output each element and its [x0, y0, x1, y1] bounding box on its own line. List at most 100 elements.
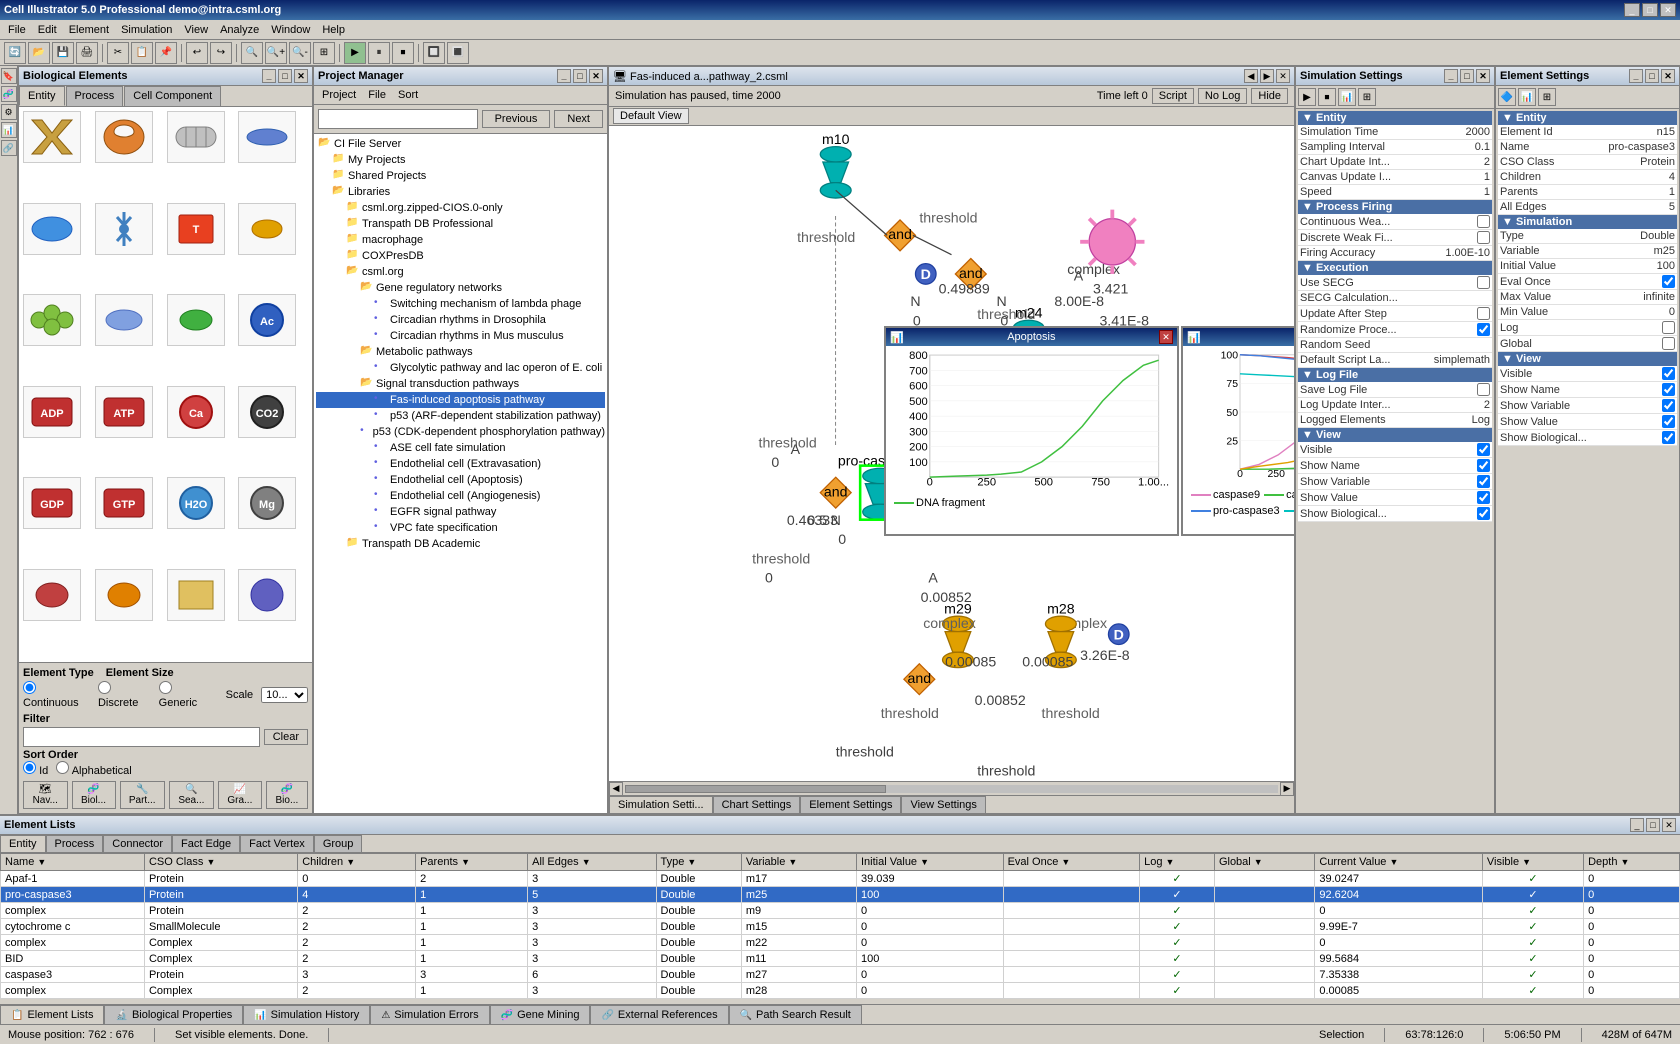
footer-tab-simulation-history[interactable]: 📊 Simulation History: [243, 1005, 370, 1024]
toolbar-btn-11[interactable]: 🔍+: [265, 42, 287, 64]
checkbox-show-name[interactable]: [1662, 383, 1675, 396]
tree-item-vpc[interactable]: • VPC fate specification: [316, 520, 605, 536]
bio-elem-14[interactable]: ATP: [95, 386, 153, 438]
footer-tab-path-search-result[interactable]: 🔍 Path Search Result: [729, 1005, 862, 1024]
tree-item-coxpresdb[interactable]: 📁 COXPresDB: [316, 248, 605, 264]
tree-item-metabolic[interactable]: 📂 Metabolic pathways: [316, 344, 605, 360]
bio-elem-8[interactable]: [238, 203, 296, 255]
menu-element[interactable]: Element: [63, 22, 115, 38]
elem-settings-close[interactable]: ✕: [1661, 69, 1675, 83]
toolbar-btn-5[interactable]: ✂: [107, 42, 129, 64]
bio-elem-19[interactable]: H2O: [167, 477, 225, 529]
toolbar-btn-9[interactable]: ↪: [210, 42, 232, 64]
toolbar-btn-8[interactable]: ↩: [186, 42, 208, 64]
project-panel-min[interactable]: _: [557, 69, 571, 83]
tab-chart-settings[interactable]: Chart Settings: [713, 796, 801, 813]
tree-item-switch_lambda[interactable]: • Switching mechanism of lambda phage: [316, 296, 605, 312]
biol-btn[interactable]: 🧬 Biol...: [72, 781, 116, 809]
tree-item-endothelial_apo[interactable]: • Endothelial cell (Apoptosis): [316, 472, 605, 488]
toolbar-btn-6[interactable]: 📋: [131, 42, 153, 64]
col-header-depth[interactable]: Depth ▼: [1584, 854, 1680, 871]
maximize-button[interactable]: □: [1642, 3, 1658, 17]
sim-settings-max[interactable]: □: [1460, 69, 1474, 83]
table-row[interactable]: BIDComplex213Doublem11100✓99.5684✓0: [1, 951, 1680, 967]
col-header-cso-class[interactable]: CSO Class ▼: [144, 854, 297, 871]
sidebar-icon-5[interactable]: 🔗: [1, 140, 17, 156]
table-row[interactable]: caspase3Protein336Doublem270✓7.35338✓0: [1, 967, 1680, 983]
section-header-entity[interactable]: ▼ Entity: [1298, 111, 1492, 125]
bio-elem-3[interactable]: [167, 111, 225, 163]
canvas-panel-right[interactable]: ▶: [1260, 69, 1274, 83]
toolbar-btn-3[interactable]: 💾: [52, 42, 74, 64]
bio-elem-5[interactable]: [23, 203, 81, 255]
bio-elem-7[interactable]: T: [167, 203, 225, 255]
tree-item-circadian_dro[interactable]: • Circadian rhythms in Drosophila: [316, 312, 605, 328]
tree-item-p53_cdk[interactable]: • p53 (CDK-dependent phosphorylation pat…: [316, 424, 605, 440]
tree-item-p53_arf[interactable]: • p53 (ARF-dependent stabilization pathw…: [316, 408, 605, 424]
menu-window[interactable]: Window: [265, 22, 316, 38]
col-header-initial-value[interactable]: Initial Value ▼: [857, 854, 1004, 871]
col-header-children[interactable]: Children ▼: [298, 854, 416, 871]
bio-elem-10[interactable]: [95, 294, 153, 346]
canvas-panel-close[interactable]: ✕: [1276, 69, 1290, 83]
checkbox-discrete-weak-fi---[interactable]: [1477, 231, 1490, 244]
table-container[interactable]: Name ▼CSO Class ▼Children ▼Parents ▼All …: [0, 853, 1680, 1004]
section-header-view[interactable]: ▼ View: [1498, 352, 1677, 366]
toolbar-btn-1[interactable]: 🔄: [4, 42, 26, 64]
menu-help[interactable]: Help: [316, 22, 351, 38]
table-row[interactable]: pro-caspase3Protein415Doublem25100✓92.62…: [1, 887, 1680, 903]
checkbox-show-biological---[interactable]: [1662, 431, 1675, 444]
next-button[interactable]: Next: [554, 110, 603, 128]
elem-list-tab-entity[interactable]: Entity: [0, 835, 46, 852]
tab-elem-settings[interactable]: Element Settings: [800, 796, 901, 813]
section-header-log-file[interactable]: ▼ Log File: [1298, 368, 1492, 382]
bio-panel-max[interactable]: □: [278, 69, 292, 83]
col-header-type[interactable]: Type ▼: [656, 854, 741, 871]
table-row[interactable]: cytochrome cSmallMolecule213Doublem150✓9…: [1, 919, 1680, 935]
tree-item-gene_reg[interactable]: 📂 Gene regulatory networks: [316, 280, 605, 296]
tree-item-macrophage[interactable]: 📁 macrophage: [316, 232, 605, 248]
bio-elem-9[interactable]: [23, 294, 81, 346]
toolbar-btn-13[interactable]: ⊞: [313, 42, 335, 64]
elem-settings-icon-1[interactable]: 🔷: [1498, 88, 1516, 106]
tab-sim-settings[interactable]: Simulation Setti...: [609, 796, 713, 813]
tab-entity[interactable]: Entity: [19, 86, 65, 106]
tree-item-libraries[interactable]: 📂 Libraries: [316, 184, 605, 200]
elem-list-tab-process[interactable]: Process: [46, 835, 104, 852]
radio-discrete[interactable]: Discrete: [98, 681, 151, 709]
tree-item-ci_file_server[interactable]: 📂 CI File Server: [316, 136, 605, 152]
tree-item-ase_cell[interactable]: • ASE cell fate simulation: [316, 440, 605, 456]
toolbar-btn-7[interactable]: 📌: [155, 42, 177, 64]
filter-input[interactable]: [23, 727, 260, 747]
elem-list-tab-fact-edge[interactable]: Fact Edge: [172, 835, 240, 852]
tree-item-egfr[interactable]: • EGFR signal pathway: [316, 504, 605, 520]
part-btn[interactable]: 🔧 Part...: [120, 781, 165, 809]
checkbox-eval-once[interactable]: [1662, 275, 1675, 288]
elem-settings-icon-3[interactable]: ⊞: [1538, 88, 1556, 106]
tree-item-signal_trans[interactable]: 📂 Signal transduction pathways: [316, 376, 605, 392]
project-panel-close[interactable]: ✕: [589, 69, 603, 83]
section-header-simulation[interactable]: ▼ Simulation: [1498, 215, 1677, 229]
sea-btn[interactable]: 🔍 Sea...: [169, 781, 214, 809]
footer-tab-biological-properties[interactable]: 🔬 Biological Properties: [104, 1005, 243, 1024]
toolbar-btn-2[interactable]: 📂: [28, 42, 50, 64]
clear-filter-btn[interactable]: Clear: [264, 729, 308, 745]
bio-elem-18[interactable]: GTP: [95, 477, 153, 529]
checkbox-show-name[interactable]: [1477, 459, 1490, 472]
checkbox-show-variable[interactable]: [1477, 475, 1490, 488]
toolbar-stop[interactable]: ⏹: [392, 42, 414, 64]
hscroll-thumb[interactable]: [625, 785, 886, 793]
sim-settings-icon-1[interactable]: ▶: [1298, 88, 1316, 106]
elem-settings-max[interactable]: □: [1645, 69, 1659, 83]
checkbox-show-value[interactable]: [1662, 415, 1675, 428]
project-menu-sort[interactable]: Sort: [394, 88, 422, 102]
bio-elem-21[interactable]: [23, 569, 81, 621]
project-tree-view[interactable]: 📂 CI File Server📁 My Projects📁 Shared Pr…: [314, 134, 607, 813]
project-menu-file[interactable]: File: [364, 88, 390, 102]
bio-panel-close[interactable]: ✕: [294, 69, 308, 83]
bio-elem-6[interactable]: [95, 203, 153, 255]
tree-item-endothelial_ang[interactable]: • Endothelial cell (Angiogenesis): [316, 488, 605, 504]
checkbox-show-biological---[interactable]: [1477, 507, 1490, 520]
col-header-global[interactable]: Global ▼: [1214, 854, 1314, 871]
tree-item-transpath_pro[interactable]: 📁 Transpath DB Professional: [316, 216, 605, 232]
